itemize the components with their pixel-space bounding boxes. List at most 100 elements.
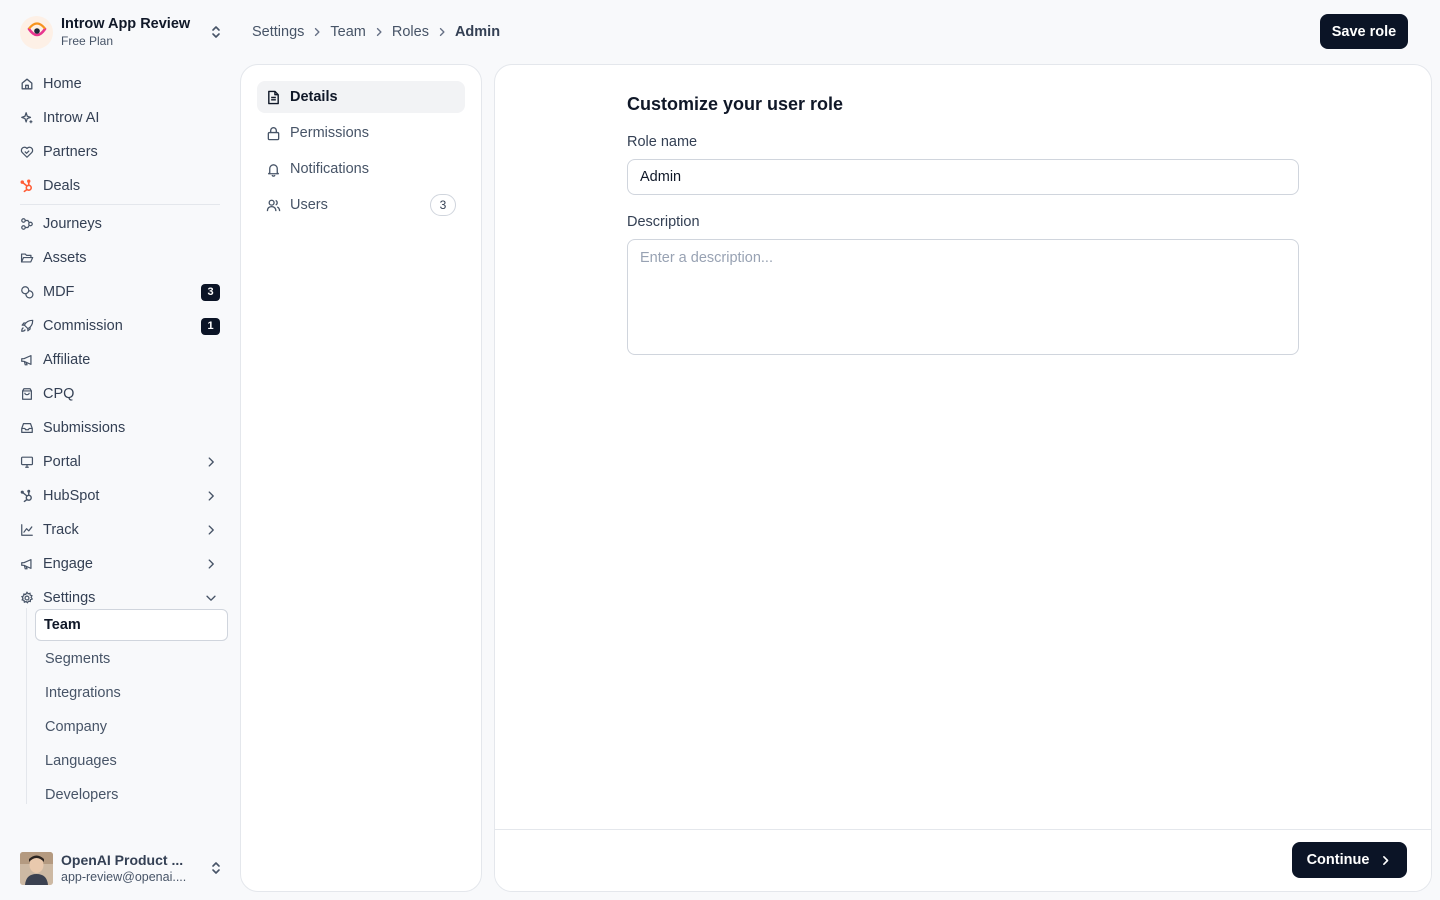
sub-item-team[interactable]: Team <box>35 609 228 641</box>
workspace-plan: Free Plan <box>61 33 114 48</box>
home-icon <box>21 78 33 90</box>
nav-item-home[interactable]: Home <box>20 67 220 101</box>
tab-label: Permissions <box>290 125 369 141</box>
nav-item-partners[interactable]: Partners <box>20 135 220 169</box>
chevron-right-icon <box>439 27 445 37</box>
gear-icon <box>20 591 34 604</box>
nav-item-engage[interactable]: Engage <box>20 547 220 581</box>
hubspot-icon <box>20 179 32 193</box>
nav-item-journeys[interactable]: Journeys <box>20 207 220 241</box>
user-text: OpenAI Product ... app-review@openai.... <box>61 852 208 885</box>
save-role-button[interactable]: Save role <box>1320 14 1408 49</box>
user-email: app-review@openai.... <box>61 869 187 884</box>
chevron-right-icon <box>208 457 214 467</box>
chevron-right-icon <box>208 491 214 501</box>
megaphone-icon <box>21 355 32 366</box>
breadcrumb-roles[interactable]: Roles <box>392 24 429 40</box>
role-details-panel: Customize your user role Role name Descr… <box>494 64 1432 892</box>
chevron-down-icon <box>206 595 216 601</box>
shopping-bag-icon <box>22 388 32 400</box>
hubspot-icon <box>20 489 32 503</box>
page-title: Customize your user role <box>627 94 844 114</box>
megaphone-icon <box>21 559 32 570</box>
tab-users[interactable]: Users 3 <box>257 189 465 221</box>
nav-label: Partners <box>43 144 98 160</box>
role-sections-panel: Details Permissions Notifications Users … <box>240 64 482 892</box>
tab-notifications[interactable]: Notifications <box>257 153 465 185</box>
folder-open-icon <box>20 253 34 263</box>
role-form: Customize your user role Role name Descr… <box>627 93 1299 360</box>
workflow-icon <box>21 218 33 230</box>
nav-item-cpq[interactable]: CPQ <box>20 377 220 411</box>
nav-label: Engage <box>43 556 93 572</box>
chevrons-up-down-icon <box>212 26 220 38</box>
nav-item-track[interactable]: Track <box>20 513 220 547</box>
handshake-heart-icon <box>20 146 34 158</box>
nav-item-submissions[interactable]: Submissions <box>20 411 220 445</box>
role-name-input[interactable] <box>627 159 1299 195</box>
nav-item-assets[interactable]: Assets <box>20 241 220 275</box>
role-name-label: Role name <box>627 134 698 150</box>
lock-icon <box>267 126 280 140</box>
rocket-icon <box>21 319 34 332</box>
breadcrumb: Settings Team Roles Admin <box>252 22 500 42</box>
nav-label: Track <box>43 522 79 538</box>
nav-label: Introw AI <box>43 110 100 126</box>
breadcrumb-settings[interactable]: Settings <box>252 24 304 40</box>
continue-label: Continue <box>1306 852 1370 868</box>
nav-label: HubSpot <box>43 488 100 504</box>
nav-item-hubspot[interactable]: HubSpot <box>20 479 220 513</box>
commission-count-badge: 1 <box>201 317 220 335</box>
sidebar: Introw App Review Free Plan Home Introw … <box>0 0 240 900</box>
nav-label: Deals <box>43 178 81 194</box>
sub-item-languages[interactable]: Languages <box>35 744 228 778</box>
users-count-badge: 3 <box>430 194 456 216</box>
tab-label: Details <box>290 89 338 105</box>
nav-label: CPQ <box>43 386 75 402</box>
breadcrumb-current: Admin <box>454 24 501 40</box>
user-menu[interactable]: OpenAI Product ... app-review@openai.... <box>20 851 224 885</box>
chevron-right-icon <box>208 559 214 569</box>
tab-permissions[interactable]: Permissions <box>257 117 465 149</box>
sub-item-developers[interactable]: Developers <box>35 778 228 812</box>
workspace-name: Introw App Review <box>61 15 191 32</box>
workspace-switcher[interactable]: Introw App Review Free Plan <box>20 15 224 49</box>
nav-item-deals[interactable]: Deals <box>20 169 220 203</box>
chevron-right-icon <box>376 27 382 37</box>
bell-icon <box>267 163 280 177</box>
nav-label: Affiliate <box>43 352 91 368</box>
sub-item-integrations[interactable]: Integrations <box>35 676 228 710</box>
nav-label: Portal <box>43 454 81 470</box>
mdf-count-badge: 3 <box>201 283 220 301</box>
tab-details[interactable]: Details <box>257 81 465 113</box>
nav-item-affiliate[interactable]: Affiliate <box>20 343 220 377</box>
nav-label: Commission <box>43 318 123 334</box>
file-text-icon <box>268 90 279 104</box>
description-label: Description <box>627 214 700 230</box>
settings-submenu: Team Segments Integrations Company Langu… <box>26 608 228 804</box>
panel-footer: Continue <box>495 829 1431 891</box>
monitor-icon <box>20 456 34 468</box>
chevrons-up-down-icon <box>212 862 220 874</box>
continue-button[interactable]: Continue <box>1292 842 1407 878</box>
chevron-right-icon <box>1383 855 1389 865</box>
coins-icon <box>21 286 34 299</box>
nav-item-mdf[interactable]: MDF 3 <box>20 275 220 309</box>
sparkles-icon <box>21 112 33 124</box>
line-chart-icon <box>21 524 33 536</box>
nav-item-commission[interactable]: Commission 1 <box>20 309 220 343</box>
nav-label: Settings <box>43 590 96 606</box>
sub-item-segments[interactable]: Segments <box>35 642 228 676</box>
breadcrumb-team[interactable]: Team <box>330 24 365 40</box>
tab-label: Users <box>290 197 328 213</box>
workspace-text: Introw App Review Free Plan <box>61 16 208 49</box>
nav-item-portal[interactable]: Portal <box>20 445 220 479</box>
sub-item-company[interactable]: Company <box>35 710 228 744</box>
nav-item-introw-ai[interactable]: Introw AI <box>20 101 220 135</box>
introw-logo-icon <box>20 15 53 49</box>
chevron-right-icon <box>315 27 320 37</box>
nav-divider <box>20 204 220 205</box>
description-textarea[interactable] <box>627 239 1299 355</box>
chevron-right-icon <box>208 525 214 535</box>
avatar <box>20 851 53 885</box>
